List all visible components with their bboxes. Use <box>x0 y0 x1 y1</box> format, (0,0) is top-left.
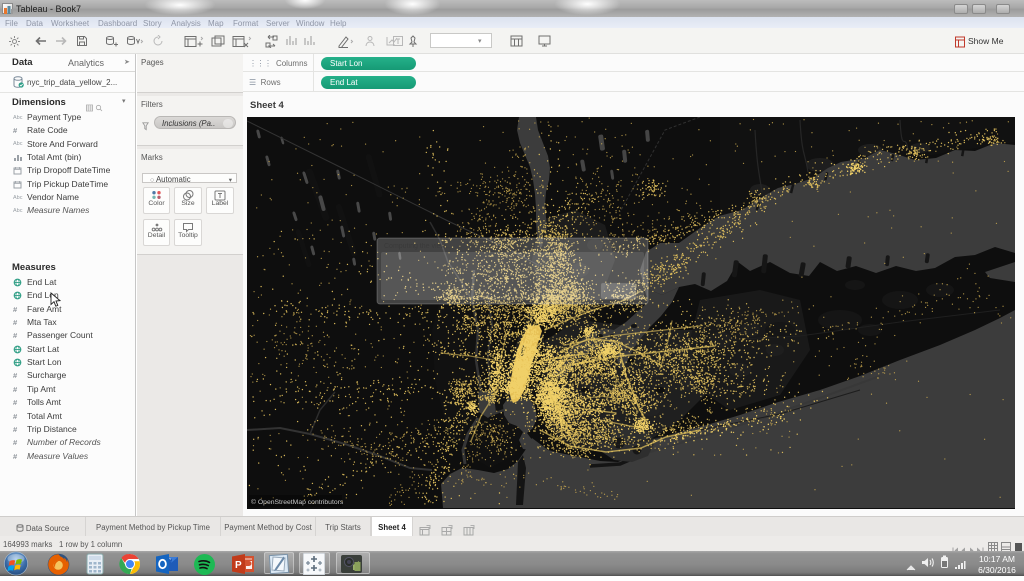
svg-text:P: P <box>235 560 242 571</box>
svg-text:Computing the view...: Computing the view... <box>384 243 451 250</box>
svg-text:© OpenStreetMap contributors: © OpenStreetMap contributors <box>251 498 344 506</box>
